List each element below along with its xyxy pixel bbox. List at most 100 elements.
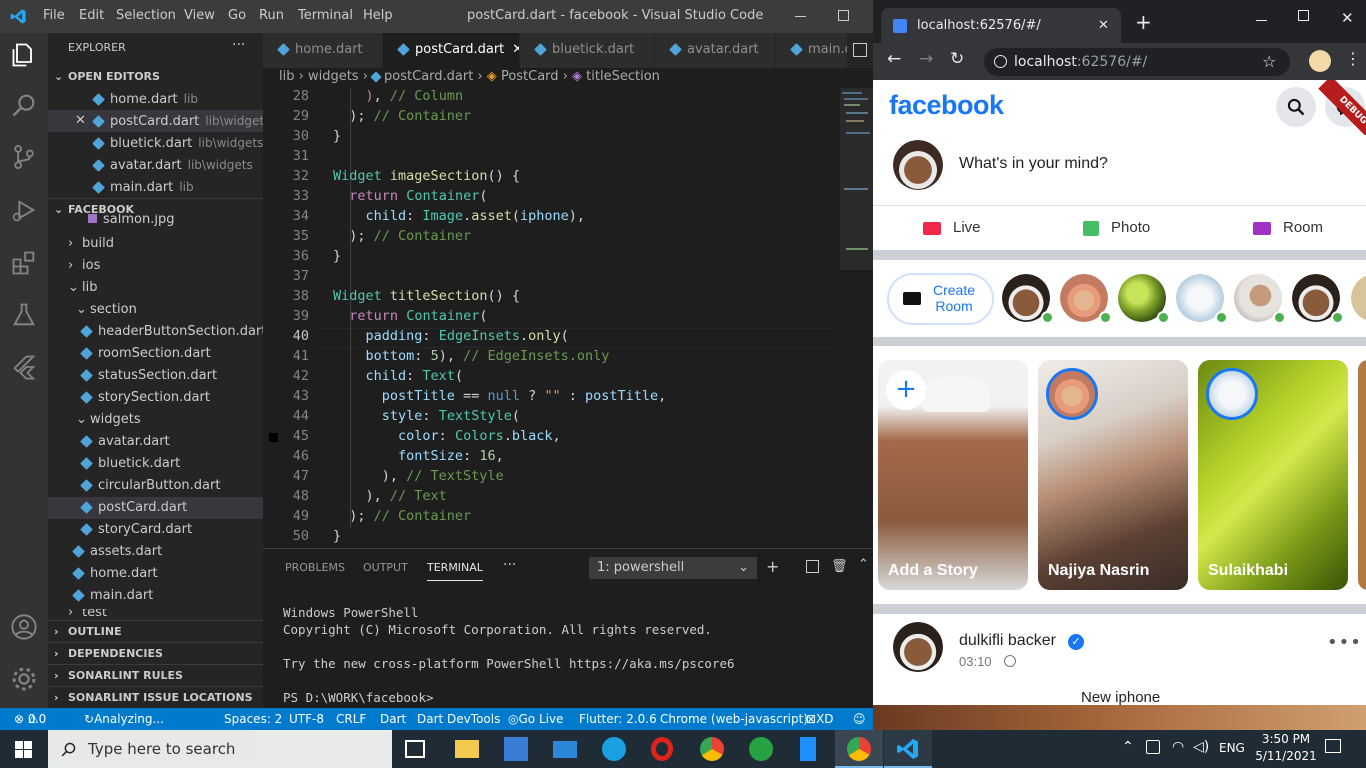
address-bar[interactable]: localhost:62576/#/ ☆ [984, 48, 1290, 76]
story-card[interactable]: Sulaikhabi [1198, 360, 1348, 590]
outline-section[interactable]: › OUTLINE [48, 620, 263, 642]
wifi-icon[interactable]: ◠ [1172, 739, 1184, 755]
breadcrumb-item[interactable]: postCard.dart [384, 69, 473, 84]
clock-time[interactable]: 3:50 PM [1256, 732, 1316, 746]
file-explorer-icon[interactable] [455, 740, 479, 758]
post-author-name[interactable]: dulkifli backer [959, 632, 1056, 650]
tab-output[interactable]: OUTPUT [363, 561, 408, 574]
close-window-icon[interactable]: ✕ [1341, 9, 1354, 27]
sonarlint-rules-section[interactable]: › SONARLINT RULES [48, 664, 263, 686]
tree-item[interactable]: salmon.jpg [48, 214, 263, 228]
flutter-icon[interactable] [10, 353, 38, 381]
breadcrumb-item[interactable]: widgets [308, 69, 359, 84]
tree-item[interactable]: avatar.dart [48, 431, 263, 453]
trash-icon[interactable]: 🗑 [831, 559, 848, 574]
tree-item[interactable]: bluetick.dart [48, 453, 263, 475]
battery-icon[interactable] [1146, 740, 1160, 754]
tab-problems[interactable]: PROBLEMS [285, 561, 345, 574]
more-icon[interactable]: ··· [503, 557, 516, 573]
search-icon[interactable] [10, 91, 38, 119]
explorer-icon[interactable] [10, 41, 38, 69]
new-terminal-icon[interactable]: + [766, 557, 779, 576]
user-avatar[interactable] [893, 140, 943, 190]
tree-item[interactable]: home.dart [48, 563, 263, 585]
add-story-plus-icon[interactable]: + [886, 370, 926, 410]
run-debug-icon[interactable] [10, 196, 38, 224]
language-indicator[interactable]: ENG [1219, 741, 1245, 755]
new-tab-icon[interactable]: + [1135, 10, 1152, 34]
tree-item[interactable]: circularButton.dart [48, 475, 263, 497]
split-editor-icon[interactable] [853, 43, 867, 57]
open-editor-item[interactable]: home.dart lib [48, 88, 263, 110]
mail-icon[interactable] [553, 741, 577, 758]
menu-selection[interactable]: Selection [116, 8, 176, 23]
room-button[interactable]: Room [1253, 219, 1323, 236]
chrome-active-taskbar-item[interactable] [835, 730, 883, 768]
eol-status[interactable]: CRLF [336, 708, 366, 730]
edge-icon[interactable] [602, 737, 626, 761]
device-status[interactable]: Chrome (web-javascript) [660, 708, 808, 730]
menu-view[interactable]: View [184, 8, 215, 23]
menu-terminal[interactable]: Terminal [298, 8, 353, 23]
chrome-icon[interactable] [700, 737, 724, 761]
terminal-output[interactable]: Windows PowerShell Copyright (C) Microsof… [283, 587, 735, 706]
devtools-status[interactable]: Dart DevTools [417, 708, 500, 730]
close-icon[interactable]: ✕ [512, 42, 519, 57]
minimize-icon[interactable] [795, 16, 806, 17]
menu-help[interactable]: Help [363, 8, 393, 23]
browser-tab[interactable]: localhost:62576/#/ ✕ [881, 8, 1121, 43]
story-card-add[interactable]: + Add a Story [878, 360, 1028, 590]
breadcrumb-item[interactable]: lib [279, 69, 294, 84]
tree-folder[interactable]: › ios [48, 255, 263, 277]
composer-input[interactable]: What's in your mind? [959, 155, 1108, 173]
tab-bluetick[interactable]: bluetick.dart [520, 33, 655, 68]
tree-item[interactable]: roomSection.dart [48, 343, 263, 365]
volume-icon[interactable]: ◁) [1193, 739, 1209, 755]
tree-folder[interactable]: ⌄ widgets [48, 409, 263, 431]
settings-gear-icon[interactable] [10, 665, 38, 693]
open-editor-item[interactable]: avatar.dart lib\widgets [48, 154, 263, 176]
phone-app-icon[interactable] [800, 737, 816, 761]
reload-icon[interactable]: ↻ [950, 49, 964, 69]
bookmark-star-icon[interactable]: ☆ [1262, 48, 1276, 76]
profile-avatar[interactable] [1309, 50, 1331, 72]
vscode-taskbar-item[interactable] [884, 730, 932, 768]
tab-terminal[interactable]: TERMINAL [427, 561, 483, 581]
flutter-status[interactable]: Flutter: 2.0.6 [579, 708, 657, 730]
notification-icon[interactable] [1325, 739, 1341, 753]
language-status[interactable]: Dart [380, 708, 406, 730]
tree-item[interactable]: assets.dart [48, 541, 263, 563]
tab-postcard[interactable]: postCard.dart ✕ [383, 33, 520, 68]
indent-status[interactable]: Spaces: 2 [224, 708, 282, 730]
utorrent-icon[interactable] [749, 737, 773, 761]
tree-folder[interactable]: › test [48, 609, 263, 619]
tab-avatar[interactable]: avatar.dart [655, 33, 776, 68]
extensions-icon[interactable] [10, 249, 38, 277]
tree-item[interactable]: headerButtonSection.dart [48, 321, 263, 343]
encoding-status[interactable]: UTF-8 [289, 708, 324, 730]
maximize-panel-icon[interactable]: ⌃ [858, 557, 869, 572]
info-icon[interactable] [994, 55, 1007, 68]
menu-file[interactable]: File [43, 8, 65, 23]
source-control-icon[interactable] [10, 143, 38, 171]
maximize-icon[interactable] [838, 10, 849, 21]
chrome-menu-icon[interactable]: ⋮ [1345, 49, 1361, 68]
search-button[interactable] [1276, 87, 1316, 127]
live-button[interactable]: Live [923, 219, 981, 236]
tray-expand-icon[interactable]: ⌃ [1122, 739, 1134, 755]
close-icon[interactable]: ✕ [75, 110, 86, 132]
open-editor-item-active[interactable]: ✕ postCard.dart lib\widgets [48, 110, 263, 132]
story-card[interactable] [1358, 360, 1366, 590]
sonarlint-issues-section[interactable]: › SONARLINT ISSUE LOCATIONS [48, 686, 263, 708]
split-terminal-icon[interactable] [806, 560, 819, 573]
testing-flask-icon[interactable] [10, 301, 38, 329]
tree-item[interactable]: statusSection.dart [48, 365, 263, 387]
menu-go[interactable]: Go [228, 8, 246, 23]
tree-item[interactable]: storyCard.dart [48, 519, 263, 541]
go-live-status[interactable]: ◎ Go Live [508, 708, 563, 730]
post-more-icon[interactable]: ••• [1327, 632, 1362, 653]
back-icon[interactable]: ← [887, 49, 901, 69]
tab-main[interactable]: main.da [776, 33, 848, 68]
tree-item[interactable]: storySection.dart [48, 387, 263, 409]
open-editor-item[interactable]: bluetick.dart lib\widgets [48, 132, 263, 154]
